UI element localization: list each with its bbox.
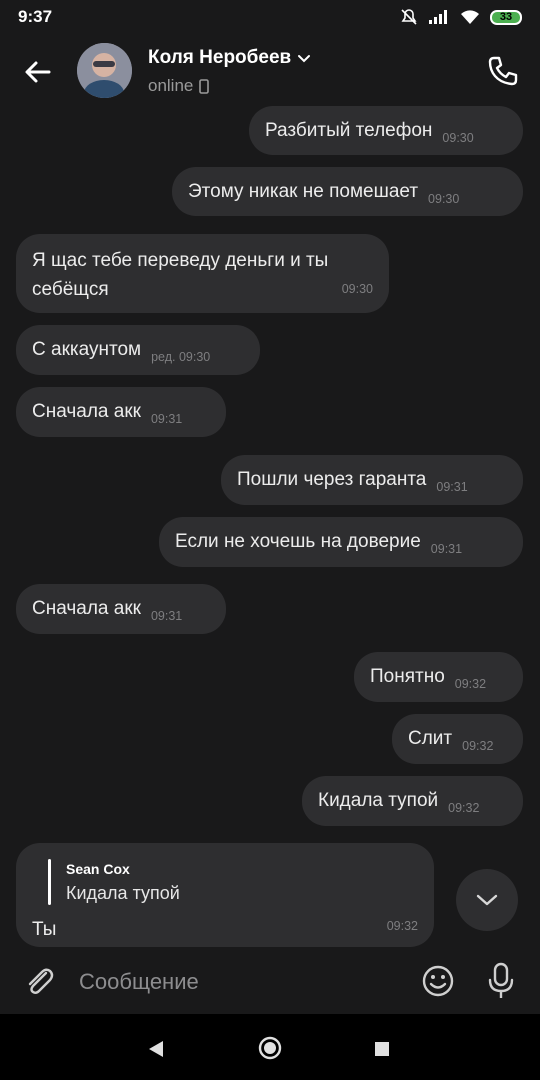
message-bubble-outgoing[interactable]: Пошли через гаранта 09:31 bbox=[221, 455, 523, 505]
message-time: 09:30 bbox=[428, 192, 460, 206]
message-time: 09:32 bbox=[454, 677, 487, 691]
message-time: 09:31 bbox=[150, 412, 183, 426]
contact-status: online bbox=[148, 76, 210, 96]
message-time: 09:32 bbox=[448, 801, 480, 815]
message-bubble-incoming[interactable]: Я щас тебе переведу деньги и ты себёщся … bbox=[16, 234, 389, 313]
avatar[interactable] bbox=[77, 43, 132, 98]
reply-bar bbox=[48, 859, 51, 905]
message-bubble-incoming[interactable]: Сначала акк 09:31 bbox=[16, 387, 226, 437]
message-bubble-outgoing[interactable]: Слит 09:32 bbox=[392, 714, 523, 764]
contact-name-text: Коля Неробеев bbox=[148, 47, 292, 68]
message-text: Этому никак не помешает bbox=[188, 181, 419, 202]
message-text: Слит bbox=[408, 728, 453, 749]
message-text-line2: себёщся bbox=[32, 279, 109, 300]
status-bar: 9:37 33 bbox=[0, 0, 540, 34]
message-time: 09:32 bbox=[462, 739, 494, 753]
message-time: 09:31 bbox=[436, 480, 468, 494]
message-text: Понятно bbox=[370, 666, 445, 687]
message-text-line1: Я щас тебе переведу деньги и ты bbox=[32, 250, 329, 271]
message-time: 09:30 bbox=[341, 282, 373, 296]
battery-icon: 33 bbox=[490, 9, 522, 25]
smile-icon[interactable] bbox=[421, 964, 455, 998]
message-text: Если не хочешь на доверие bbox=[175, 531, 421, 552]
contact-name[interactable]: Коля Неробеев bbox=[148, 47, 311, 69]
message-bubble-outgoing[interactable]: Понятно 09:32 bbox=[354, 652, 523, 702]
message-text: Пошли через гаранта bbox=[237, 469, 427, 490]
microphone-icon[interactable] bbox=[485, 962, 517, 1000]
message-input[interactable] bbox=[79, 966, 399, 998]
message-time: 09:32 bbox=[386, 919, 418, 933]
system-nav-bar bbox=[0, 1014, 540, 1080]
message-text: Сначала акк bbox=[32, 401, 141, 422]
message-bubble-outgoing[interactable]: Если не хочешь на доверие 09:31 bbox=[159, 517, 523, 567]
nav-home-icon[interactable] bbox=[258, 1036, 282, 1060]
message-time: ред. 09:30 bbox=[151, 350, 211, 364]
message-text: Разбитый телефон bbox=[265, 120, 433, 141]
chevron-down-icon bbox=[298, 55, 311, 63]
message-bubble-outgoing[interactable]: Разбитый телефон 09:30 bbox=[249, 106, 523, 155]
message-bubble-outgoing[interactable]: Кидала тупой 09:32 bbox=[302, 776, 523, 826]
status-icons: 33 bbox=[400, 8, 522, 26]
mute-icon bbox=[401, 9, 417, 25]
reply-quoted-text: Кидала тупой bbox=[66, 883, 180, 903]
arrow-left-icon[interactable] bbox=[22, 56, 54, 88]
status-time: 9:37 bbox=[18, 7, 53, 26]
message-text: Кидала тупой bbox=[318, 790, 439, 811]
online-status: online bbox=[148, 76, 194, 95]
chat-header: Коля Неробеев online bbox=[0, 34, 540, 110]
chevron-down-icon bbox=[476, 894, 498, 906]
message-composer bbox=[0, 950, 540, 1014]
message-time: 09:31 bbox=[430, 542, 463, 556]
nav-recent-icon[interactable] bbox=[374, 1041, 390, 1057]
phone-icon[interactable] bbox=[486, 54, 520, 88]
message-text: С аккаунтом bbox=[32, 339, 142, 360]
message-bubble-incoming[interactable]: Сначала акк 09:31 bbox=[16, 584, 226, 634]
paperclip-icon[interactable] bbox=[22, 964, 58, 1000]
message-bubble-outgoing[interactable]: Этому никак не помешает 09:30 bbox=[172, 167, 523, 216]
message-bubble-reply[interactable]: Sean Cox Кидала тупой Ты 09:32 bbox=[16, 843, 434, 947]
message-text: Ты bbox=[32, 919, 57, 940]
mobile-icon bbox=[199, 78, 210, 94]
signal-icon bbox=[429, 10, 447, 24]
message-bubble-incoming[interactable]: С аккаунтом ред. 09:30 bbox=[16, 325, 260, 375]
nav-back-icon[interactable] bbox=[147, 1039, 165, 1059]
message-time: 09:30 bbox=[442, 131, 474, 145]
scroll-down-button[interactable] bbox=[456, 869, 518, 931]
message-time: 09:31 bbox=[150, 609, 183, 623]
wifi-icon bbox=[461, 10, 479, 24]
message-text: Сначала акк bbox=[32, 598, 141, 619]
